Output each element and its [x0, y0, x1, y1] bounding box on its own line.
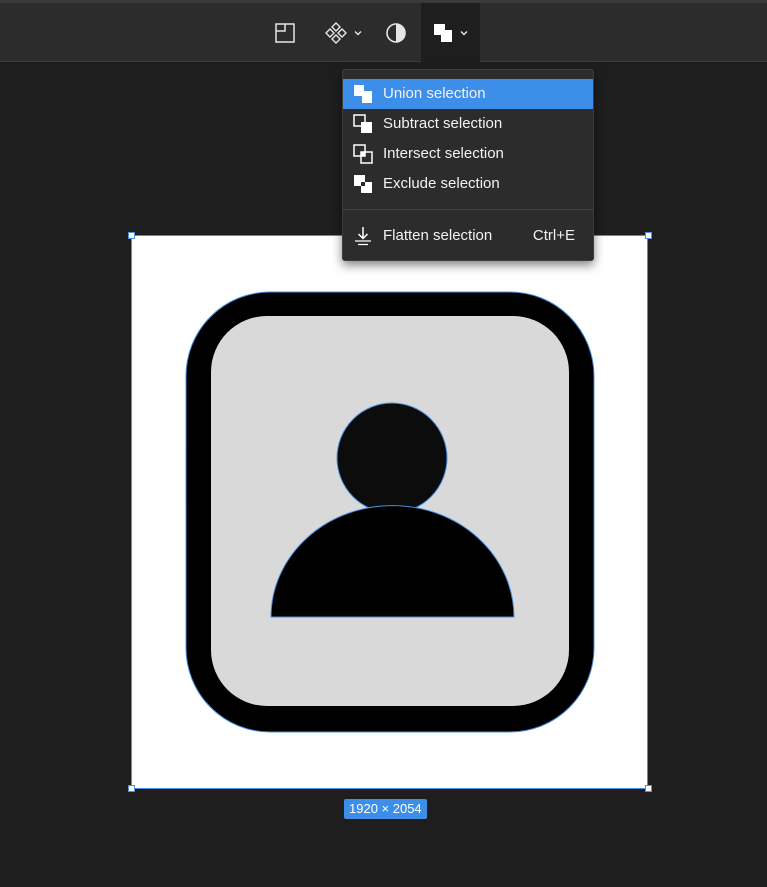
shortcut-label: Ctrl+E: [532, 227, 575, 244]
menu-item-flatten[interactable]: Flatten selection Ctrl+E: [343, 221, 593, 251]
menu-item-label: Flatten selection: [383, 227, 493, 244]
resize-handle-bottom-left[interactable]: [128, 785, 135, 792]
frame-button[interactable]: [266, 3, 304, 62]
menu-divider: [343, 209, 593, 210]
boolean-operations-menu: Union selection Subtract selection Inter…: [342, 69, 594, 261]
subtract-icon: [353, 114, 372, 133]
chevron-down-icon: [354, 30, 362, 35]
mask-button[interactable]: [376, 3, 416, 62]
menu-item-intersect[interactable]: Intersect selection: [343, 139, 593, 169]
selected-frame[interactable]: [131, 235, 648, 789]
resize-handle-top-right[interactable]: [645, 232, 652, 239]
menu-item-exclude[interactable]: Exclude selection: [343, 169, 593, 199]
menu-item-label: Intersect selection: [383, 145, 504, 162]
user-avatar-icon: [185, 291, 595, 733]
menu-item-label: Subtract selection: [383, 115, 503, 132]
menu-item-label: Union selection: [383, 85, 486, 102]
boolean-operations-button[interactable]: [421, 3, 480, 62]
menu-item-subtract[interactable]: Subtract selection: [343, 109, 593, 139]
contrast-icon: [386, 22, 406, 43]
resize-handle-top-left[interactable]: [128, 232, 135, 239]
menu-item-label: Exclude selection: [383, 175, 500, 192]
boolean-union-icon: [434, 23, 452, 42]
dimension-badge: 1920 × 2054: [344, 799, 427, 819]
toolbar: [0, 3, 767, 62]
intersect-icon: [353, 144, 373, 164]
menu-item-union[interactable]: Union selection: [343, 79, 593, 109]
frame-icon: [275, 22, 295, 43]
chevron-down-icon: [460, 30, 468, 35]
component-icon: [325, 21, 347, 44]
union-icon: [354, 85, 372, 103]
resize-handle-bottom-right[interactable]: [645, 785, 652, 792]
flatten-icon: [355, 227, 371, 246]
exclude-icon: [354, 175, 372, 193]
components-button[interactable]: [318, 3, 368, 62]
